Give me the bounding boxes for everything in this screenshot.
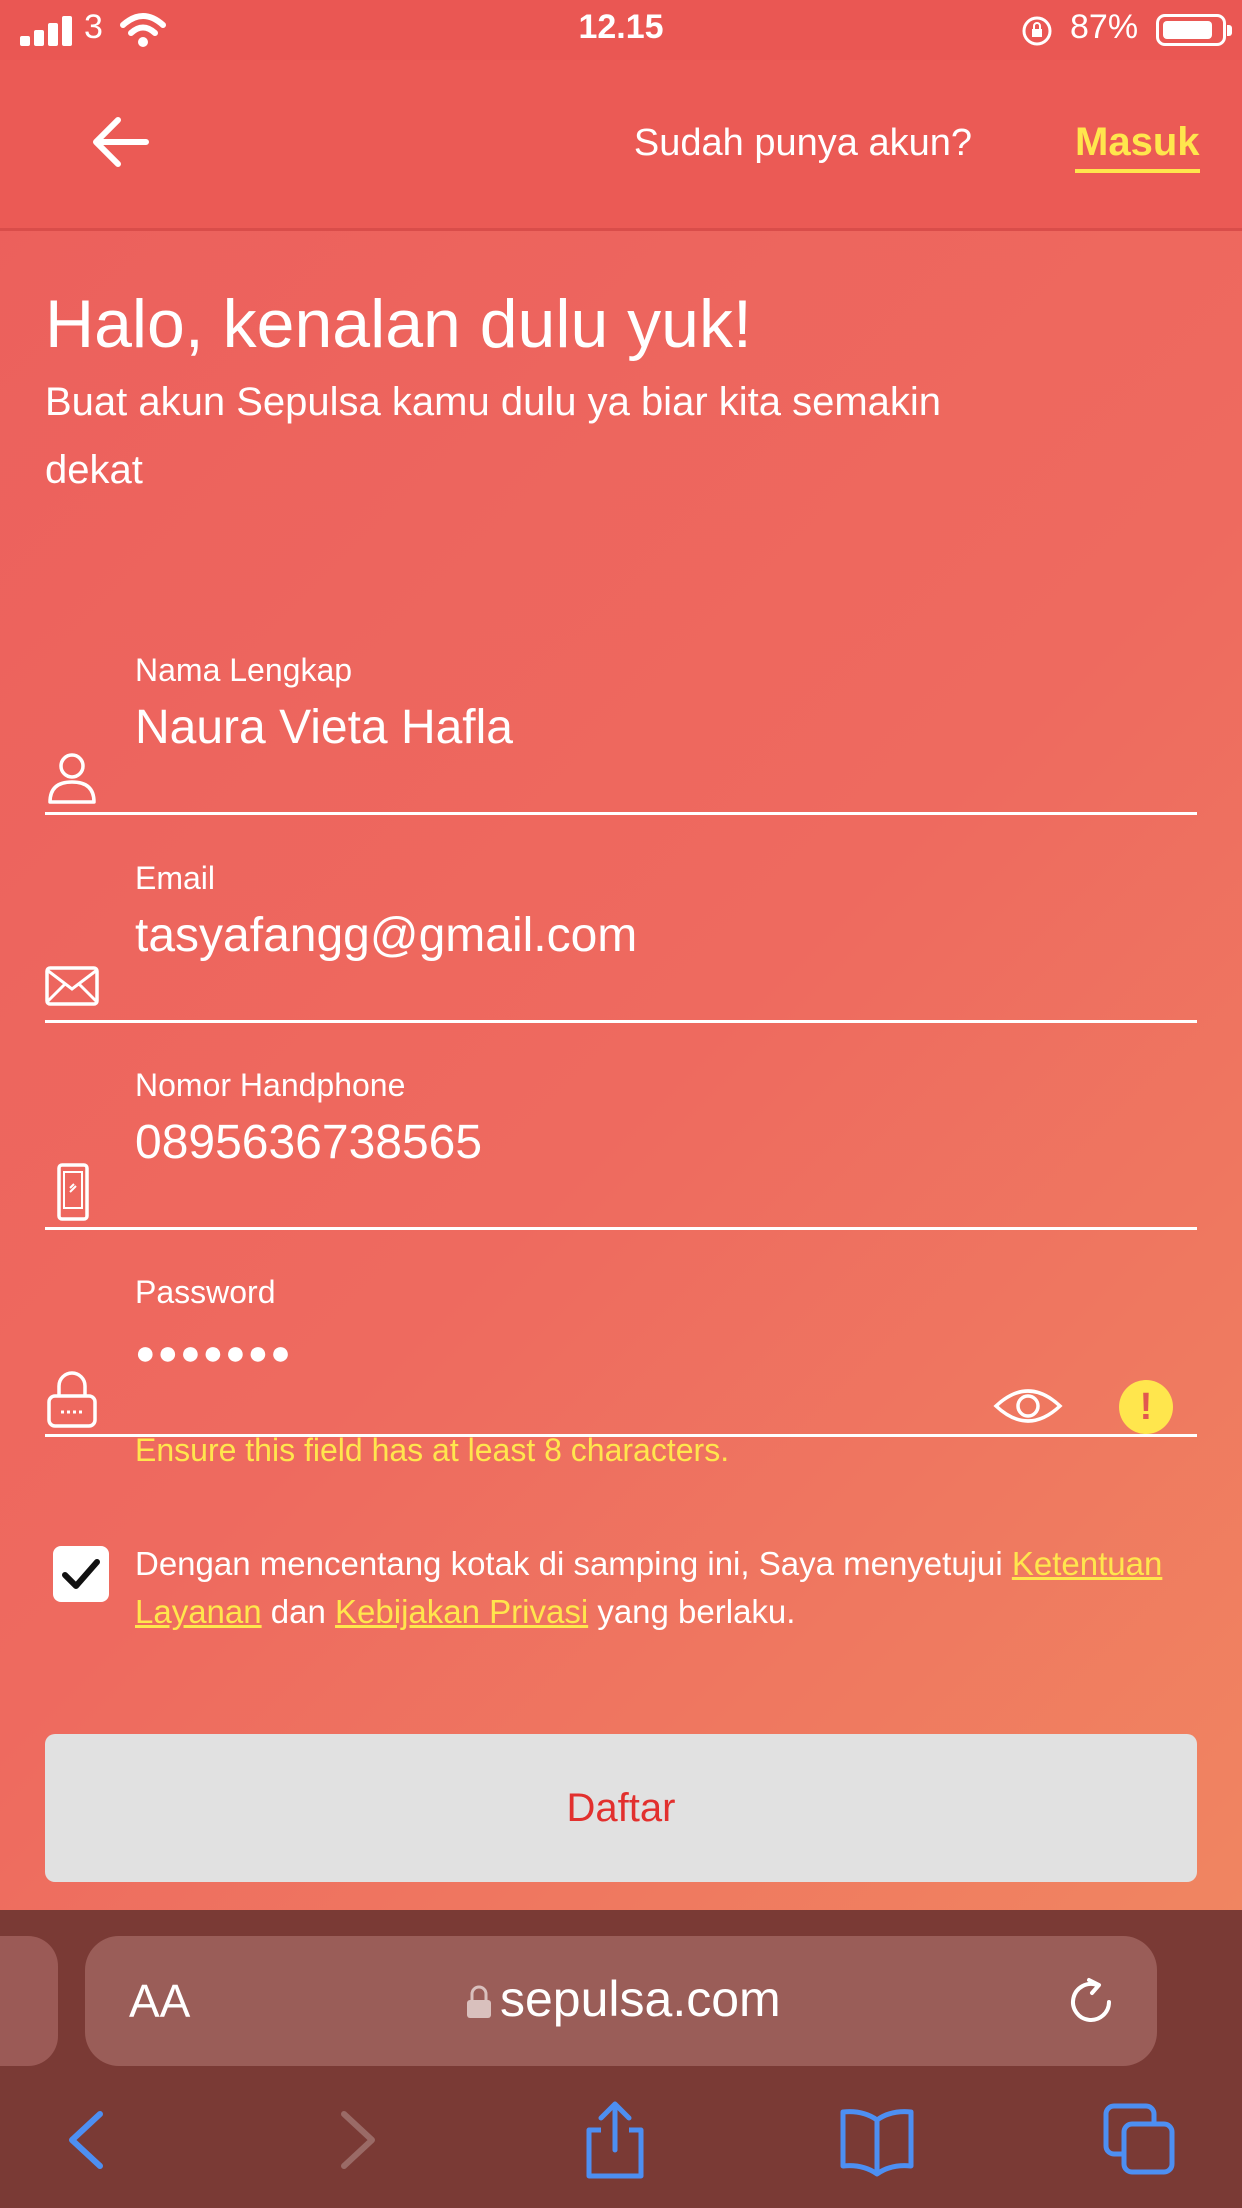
tabs-icon[interactable] <box>1100 2100 1180 2180</box>
forward-icon[interactable] <box>316 2100 396 2180</box>
eye-icon[interactable] <box>993 1384 1063 1428</box>
secure-lock-icon <box>467 1985 491 2018</box>
back-arrow-icon[interactable] <box>90 116 150 168</box>
password-label: Password <box>135 1274 276 1310</box>
bookmarks-icon[interactable] <box>837 2100 917 2180</box>
email-input[interactable] <box>135 908 1035 963</box>
email-field: Email <box>45 860 1197 1023</box>
share-icon[interactable] <box>575 2100 655 2180</box>
clock: 12.15 <box>578 8 664 46</box>
terms-text: Dengan mencentang kotak di samping ini, … <box>135 1540 1200 1636</box>
status-bar: 3 12.15 87% <box>0 0 1242 60</box>
battery-percent: 87% <box>1070 8 1139 46</box>
battery-icon <box>1156 14 1232 46</box>
full-name-input[interactable] <box>135 700 1035 755</box>
reload-icon[interactable] <box>1065 1976 1117 2028</box>
browser-toolbar: AA sepulsa.com <box>0 1910 1242 2208</box>
email-label: Email <box>135 860 216 896</box>
terms-prefix: Dengan mencentang kotak di samping ini, … <box>135 1545 1012 1582</box>
terms-suffix: yang berlaku. <box>588 1593 796 1630</box>
warning-icon: ! <box>1119 1380 1173 1434</box>
mail-icon <box>45 966 99 1006</box>
page-title: Halo, kenalan dulu yuk! <box>45 286 752 362</box>
register-button[interactable]: Daftar <box>45 1734 1197 1882</box>
password-input[interactable]: ●●●●●●● <box>135 1334 1035 1373</box>
terms-checkbox[interactable] <box>53 1546 109 1602</box>
page-subtitle: Buat akun Sepulsa kamu dulu ya biar kita… <box>45 380 942 492</box>
text-size-button[interactable]: AA <box>129 1974 190 2028</box>
phone-input[interactable] <box>135 1115 1035 1170</box>
login-link[interactable]: Masuk <box>1075 120 1200 173</box>
back-icon[interactable] <box>48 2100 128 2180</box>
full-name-label: Nama Lengkap <box>135 652 353 688</box>
phone-label: Nomor Handphone <box>135 1067 406 1103</box>
top-header: Sudah punya akun? Masuk <box>0 60 1242 231</box>
lock-icon <box>47 1371 97 1428</box>
password-error: Ensure this field has at least 8 charact… <box>135 1432 730 1468</box>
check-icon <box>62 1559 100 1589</box>
url-domain: sepulsa.com <box>500 1971 781 2027</box>
user-icon <box>48 753 96 804</box>
phone-icon <box>57 1163 89 1221</box>
full-name-field: Nama Lengkap <box>45 652 1197 815</box>
previous-tab[interactable] <box>0 1936 58 2066</box>
terms-middle: dan <box>261 1593 336 1630</box>
privacy-policy-link[interactable]: Kebijakan Privasi <box>335 1593 588 1630</box>
password-field: Password ●●●●●●● ! <box>45 1274 1197 1437</box>
address-bar[interactable]: AA sepulsa.com <box>85 1936 1157 2066</box>
have-account-text: Sudah punya akun? <box>633 122 972 164</box>
rotation-lock-icon <box>1022 16 1052 46</box>
phone-field: Nomor Handphone <box>45 1067 1197 1230</box>
